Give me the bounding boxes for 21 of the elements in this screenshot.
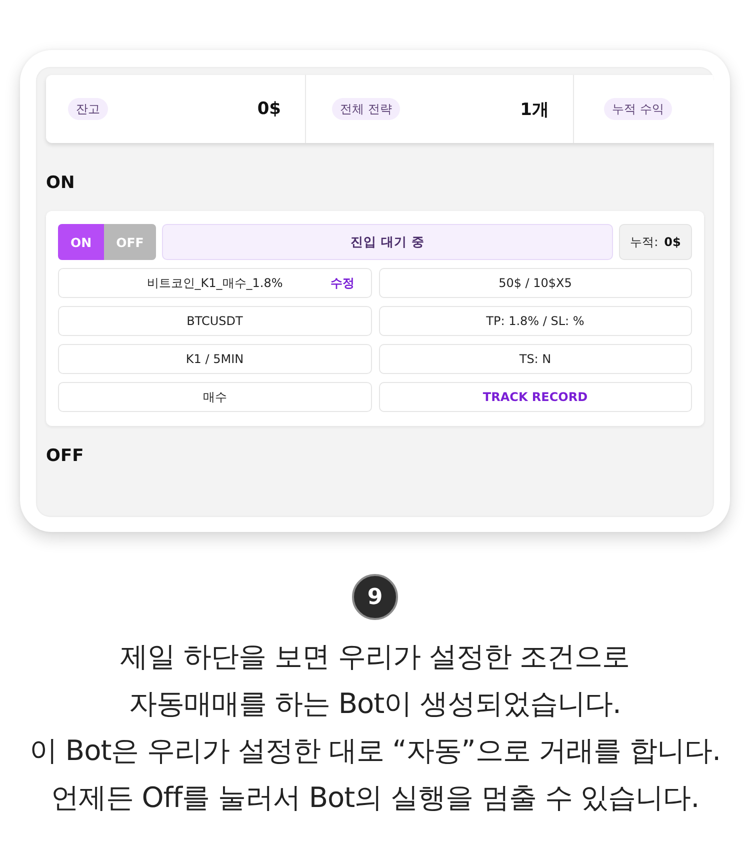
caption-text: 제일 하단을 보면 우리가 설정한 조건으로 자동매매를 하는 Bot이 생성되었습니다. 이 Bot은 우리가 설정한 대로 “자동”으로 거래를 합니다. 언제든 Off를 눌러서 Bot의 실행을 멈출 수 있습니다. [28,639,722,816]
status-banner: 진입 대기 중 [162,224,613,260]
section-title: OFF [46,445,85,468]
stat-value: 0$ [257,99,281,119]
track-record-button[interactable]: TRACK RECORD [378,382,692,412]
profit-summary: 누적: 0$ [619,224,692,260]
info-cell: K1 / 5MIN [58,344,372,374]
stat-label: 잔고 [68,98,108,120]
info-cell: TS: N [378,344,692,374]
stat-value: 1개 [520,98,549,120]
edit-link[interactable]: 수정 [330,274,354,292]
info-cell: 매수 [58,382,372,412]
info-cell: TP: 1.8% / SL: % [378,306,692,336]
info-cell: 50$ / 10$X5 [378,268,692,298]
stat-label: 누적 수익 [604,98,672,120]
toggle-button[interactable]: ON [58,224,104,260]
section-title: ON [46,172,76,195]
strategy-name: 비트코인_K1_매수_1.8% [146,274,283,292]
info-cell: BTCUSDT [58,306,372,336]
stat-label: 전체 전략 [332,98,400,120]
step-number-badge: 9 [352,574,398,620]
